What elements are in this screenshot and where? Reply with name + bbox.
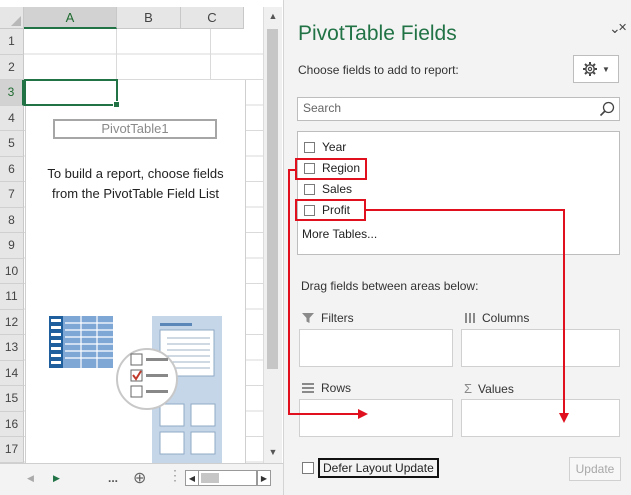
profit-to-values-arrow [366, 209, 569, 423]
drag-arrows-overlay [288, 169, 569, 423]
region-to-rows-arrow [288, 169, 368, 419]
